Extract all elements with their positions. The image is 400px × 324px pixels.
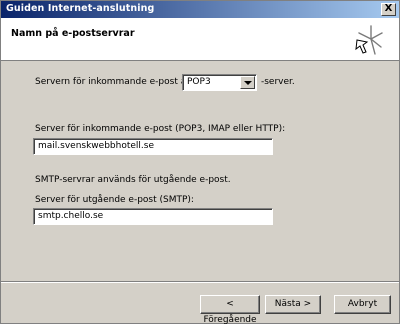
window-title: Guiden Internet-anslutning bbox=[6, 3, 155, 14]
outgoing-server-label: Server för utgående e-post (SMTP): bbox=[35, 195, 194, 205]
smtp-info-text: SMTP-servrar används för utgående e-post… bbox=[35, 175, 231, 185]
chevron-down-icon[interactable] bbox=[240, 76, 255, 89]
footer-divider bbox=[1, 281, 399, 283]
close-button[interactable]: X bbox=[381, 3, 396, 16]
incoming-type-suffix: -server. bbox=[261, 77, 295, 87]
outgoing-server-input[interactable]: smtp.chello.se bbox=[33, 208, 273, 225]
incoming-type-label: Servern för inkommande e-post är en bbox=[35, 77, 205, 87]
next-button[interactable]: Nästa > bbox=[265, 295, 321, 314]
wizard-sparkle-icon bbox=[355, 25, 383, 55]
incoming-server-input[interactable]: mail.svenskwebbhotell.se bbox=[33, 138, 273, 155]
cancel-button[interactable]: Avbryt bbox=[334, 295, 391, 314]
title-bar: Guiden Internet-anslutning X bbox=[1, 1, 399, 18]
incoming-server-label: Server för inkommande e-post (POP3, IMAP… bbox=[35, 124, 286, 134]
page-title: Namn på e-postservrar bbox=[11, 28, 135, 39]
wizard-header: Namn på e-postservrar bbox=[1, 18, 399, 61]
incoming-type-value: POP3 bbox=[187, 77, 211, 87]
wizard-window: Guiden Internet-anslutning X Namn på e-p… bbox=[0, 0, 400, 324]
incoming-type-select[interactable]: POP3 bbox=[182, 74, 257, 91]
back-button[interactable]: < Föregående bbox=[200, 295, 260, 324]
